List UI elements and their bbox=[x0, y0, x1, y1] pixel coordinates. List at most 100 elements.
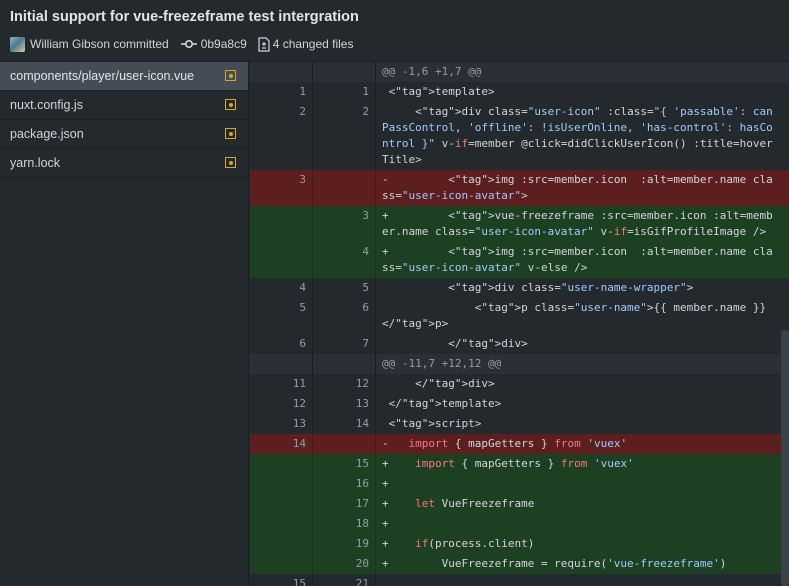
diff-line: 13 14 <"tag">script> bbox=[250, 414, 789, 434]
new-line-number: 16 bbox=[313, 474, 376, 494]
file-item-label: nuxt.config.js bbox=[10, 98, 83, 112]
new-line-number: 5 bbox=[313, 278, 376, 298]
old-line-number: 5 bbox=[250, 298, 313, 334]
diff-view[interactable]: @@ -1,6 +1,7 @@ 1 1 <"tag">template> 2 2 <"t… bbox=[250, 62, 789, 586]
diff-line-added: 19 + if(process.client) bbox=[250, 534, 789, 554]
code-text: + bbox=[382, 477, 389, 490]
commit-title: Initial support for vue-freezeframe test… bbox=[10, 9, 359, 25]
diff-line: 12 13 </"tag">template> bbox=[250, 394, 789, 414]
diff-line-added: 4 + <"tag">img :src=member.icon :alt=memb… bbox=[250, 242, 789, 278]
old-line-number: 13 bbox=[250, 414, 313, 434]
old-line-number bbox=[250, 62, 313, 82]
new-line-number: 6 bbox=[313, 298, 376, 334]
diff-line-removed: 3 - <"tag">img :src=member.icon :alt=memb… bbox=[250, 170, 789, 206]
file-item-user-icon-vue[interactable]: components/player/user-icon.vue bbox=[0, 62, 248, 91]
diff-line-added: 17 + let VueFreezeframe bbox=[250, 494, 789, 514]
modified-icon bbox=[225, 157, 236, 168]
file-item-label: components/player/user-icon.vue bbox=[10, 69, 195, 83]
code-text: + bbox=[382, 517, 389, 530]
old-line-number bbox=[250, 454, 313, 474]
diff-line: 15 21 bbox=[250, 574, 789, 586]
modified-icon bbox=[225, 99, 236, 110]
old-line-number bbox=[250, 206, 313, 242]
code-text: + <"tag">img :src=member.icon :alt=membe… bbox=[382, 245, 773, 274]
commit-author[interactable]: William Gibson committed bbox=[30, 37, 169, 51]
commit-meta: William Gibson committed 0b9a8c9 4 chang… bbox=[10, 36, 353, 52]
diff-line-added: 3 + <"tag">vue-freezeframe :src=member.ic… bbox=[250, 206, 789, 242]
code-text: + let VueFreezeframe bbox=[382, 497, 535, 510]
code-text: + import { mapGetters } from 'vuex' bbox=[382, 457, 634, 470]
old-line-number: 4 bbox=[250, 278, 313, 298]
commit-header: Initial support for vue-freezeframe test… bbox=[0, 0, 789, 62]
code-text: <"tag">div class="user-name-wrapper"> bbox=[382, 281, 694, 294]
new-line-number: 18 bbox=[313, 514, 376, 534]
old-line-number bbox=[250, 534, 313, 554]
new-line-number: 4 bbox=[313, 242, 376, 278]
new-line-number bbox=[313, 62, 376, 82]
diff-hunk-header: @@ -1,6 +1,7 @@ bbox=[250, 62, 789, 82]
modified-icon bbox=[225, 128, 236, 139]
new-line-number: 2 bbox=[313, 102, 376, 170]
file-item-package-json[interactable]: package.json bbox=[0, 120, 248, 149]
old-line-number: 12 bbox=[250, 394, 313, 414]
old-line-number bbox=[250, 494, 313, 514]
diff-line: 45 <"tag">div class="user-name-wrapper"> bbox=[250, 278, 789, 298]
diff-line-added: 20 + VueFreezeframe = require('vue-freeze… bbox=[250, 554, 789, 574]
old-line-number: 3 bbox=[250, 170, 313, 206]
hunk-text: @@ -11,7 +12,12 @@ bbox=[382, 357, 502, 370]
code-text: </"tag">div> bbox=[382, 337, 528, 350]
file-diff-icon bbox=[258, 36, 270, 52]
diff-line: 67 </"tag">div> bbox=[250, 334, 789, 354]
diff-line-removed: 14 - import { mapGetters } from 'vuex' bbox=[250, 434, 789, 454]
new-line-number: 14 bbox=[313, 414, 376, 434]
new-line-number: 3 bbox=[313, 206, 376, 242]
old-line-number: 1 bbox=[250, 82, 313, 102]
new-line-number: 7 bbox=[313, 334, 376, 354]
code-text: <"tag">p class="user-name">{{ member.nam… bbox=[382, 301, 767, 330]
avatar[interactable] bbox=[10, 36, 25, 52]
old-line-number: 14 bbox=[250, 434, 313, 454]
code-text: <"tag">script> bbox=[382, 417, 482, 430]
old-line-number: 6 bbox=[250, 334, 313, 354]
hunk-text: @@ -1,6 +1,7 @@ bbox=[382, 65, 482, 78]
diff-line: 56 <"tag">p class="user-name">{{ member.… bbox=[250, 298, 789, 334]
new-line-number: 12 bbox=[313, 374, 376, 394]
old-line-number bbox=[250, 242, 313, 278]
code-text: + if(process.client) bbox=[382, 537, 535, 550]
code-text: <"tag">template> bbox=[382, 85, 495, 98]
code-text: + VueFreezeframe = require('vue-freezefr… bbox=[382, 557, 727, 570]
old-line-number: 15 bbox=[250, 574, 313, 586]
code-text: - <"tag">img :src=member.icon :alt=membe… bbox=[382, 173, 773, 202]
diff-line: 22 <"tag">div class="user-icon" :class="… bbox=[250, 102, 789, 170]
new-line-number: 13 bbox=[313, 394, 376, 414]
commit-icon bbox=[180, 38, 197, 50]
file-item-nuxt-config[interactable]: nuxt.config.js bbox=[0, 91, 248, 120]
code-text: + <"tag">vue-freezeframe :src=member.ico… bbox=[382, 209, 773, 238]
new-line-number: 21 bbox=[313, 574, 376, 586]
new-line-number: 15 bbox=[313, 454, 376, 474]
new-line-number: 19 bbox=[313, 534, 376, 554]
changed-files-list: components/player/user-icon.vue nuxt.con… bbox=[0, 62, 249, 586]
diff-hunk-header: @@ -11,7 +12,12 @@ bbox=[250, 354, 789, 374]
old-line-number: 2 bbox=[250, 102, 313, 170]
new-line-number: 20 bbox=[313, 554, 376, 574]
old-line-number bbox=[250, 354, 313, 374]
code-text: </"tag">template> bbox=[382, 397, 502, 410]
new-line-number: 1 bbox=[313, 82, 376, 102]
commit-hash[interactable]: 0b9a8c9 bbox=[201, 37, 247, 51]
diff-line: 11 12 </"tag">div> bbox=[250, 374, 789, 394]
old-line-number bbox=[250, 554, 313, 574]
diff-scrollbar[interactable] bbox=[781, 330, 789, 586]
new-line-number bbox=[313, 170, 376, 206]
file-item-label: package.json bbox=[10, 127, 84, 141]
new-line-number: 17 bbox=[313, 494, 376, 514]
file-item-yarn-lock[interactable]: yarn.lock bbox=[0, 149, 248, 178]
diff-line: 11 <"tag">template> bbox=[250, 82, 789, 102]
old-line-number bbox=[250, 474, 313, 494]
diff-line-added: 15 + import { mapGetters } from 'vuex' bbox=[250, 454, 789, 474]
new-line-number bbox=[313, 354, 376, 374]
file-item-label: yarn.lock bbox=[10, 156, 61, 170]
diff-line-added: 16 + bbox=[250, 474, 789, 494]
old-line-number bbox=[250, 514, 313, 534]
